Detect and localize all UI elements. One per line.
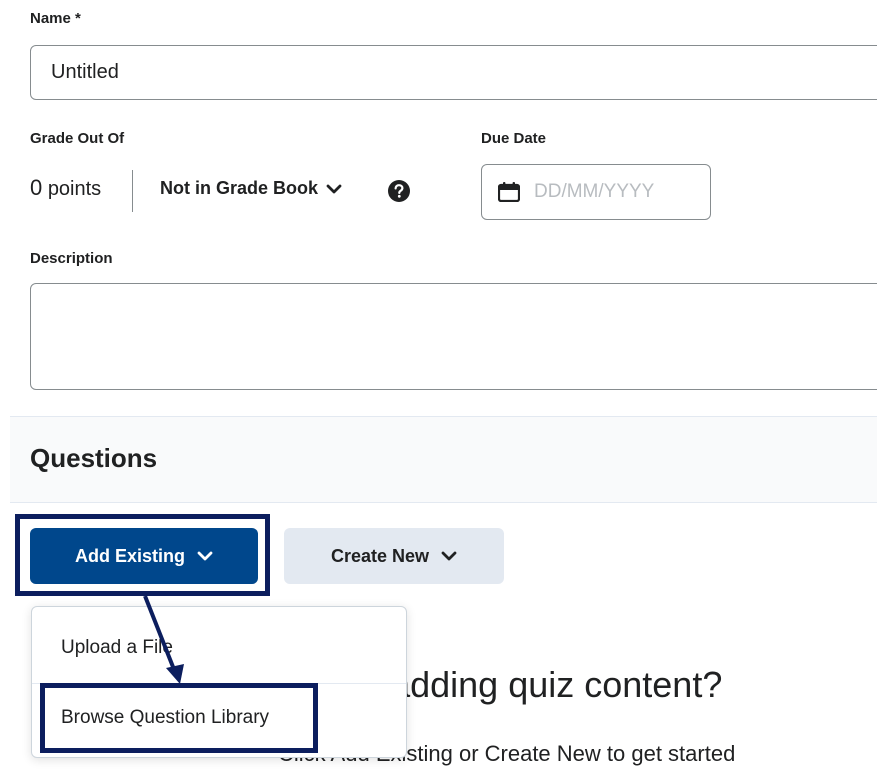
description-editor[interactable]: [30, 283, 877, 390]
browse-library-highlight: [40, 683, 318, 753]
chevron-down-icon: [326, 184, 342, 193]
gradebook-dropdown[interactable]: Not in Grade Book: [160, 178, 342, 199]
due-date-placeholder: DD/MM/YYYY: [534, 181, 655, 202]
questions-title: Questions: [30, 443, 158, 473]
gradebook-status: Not in Grade Book: [160, 178, 319, 198]
help-icon[interactable]: [388, 180, 410, 202]
name-label: Name *: [30, 10, 81, 27]
create-new-label: Create New: [330, 545, 430, 566]
grade-out-of-label: Grade Out Of: [30, 130, 125, 147]
name-input[interactable]: Untitled: [30, 45, 877, 100]
name-input-value: Untitled: [51, 61, 119, 83]
create-new-button[interactable]: Create New: [284, 528, 504, 584]
description-label: Description: [30, 250, 113, 267]
menu-item-upload-file[interactable]: Upload a File: [32, 637, 406, 659]
points-field[interactable]: 0 points: [30, 175, 101, 201]
due-date-input[interactable]: DD/MM/YYYY: [481, 164, 711, 220]
grade-divider: [132, 170, 133, 212]
due-date-label: Due Date: [481, 130, 547, 147]
points-unit: points: [47, 178, 102, 200]
points-number: 0: [30, 175, 43, 200]
chevron-down-icon: [441, 551, 457, 561]
add-existing-highlight: [15, 514, 270, 596]
calendar-icon: [498, 182, 520, 202]
